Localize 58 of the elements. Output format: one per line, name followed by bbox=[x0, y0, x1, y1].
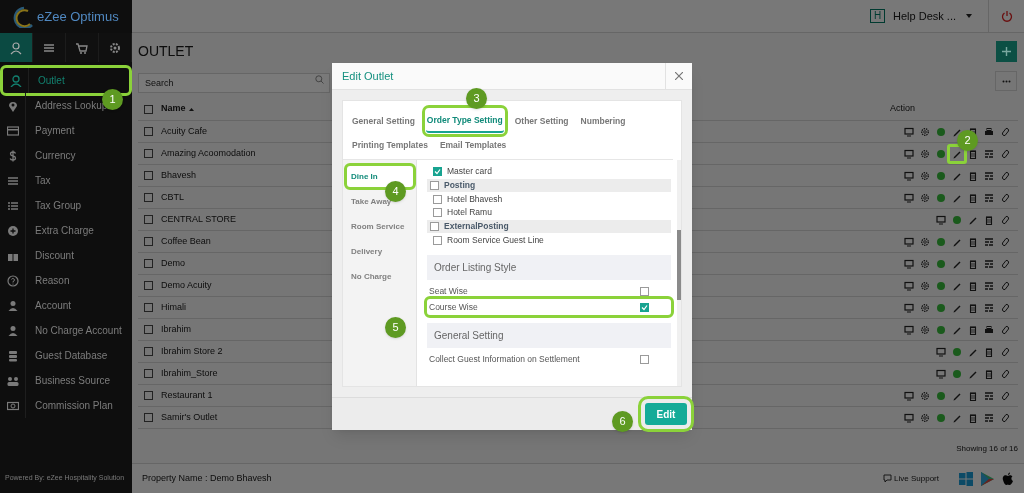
option-label: Hotel Bhavesh bbox=[447, 193, 503, 206]
table-cell-text: Samir's Outlet bbox=[161, 410, 218, 424]
sidebar-item[interactable]: Payment bbox=[0, 118, 132, 143]
live-support-link[interactable]: Live Support bbox=[883, 472, 939, 485]
sidebar-item[interactable]: Guest Database bbox=[0, 343, 132, 368]
table-cell-text: Ibrahim_Store bbox=[161, 366, 218, 380]
table-cell-text: Demo Acuity bbox=[161, 278, 212, 292]
sidebar-item[interactable]: Discount bbox=[0, 243, 132, 268]
settings-tab[interactable]: Other Setting bbox=[513, 109, 570, 133]
option-label: Collect Guest Information on Settlement bbox=[429, 352, 580, 366]
column-header: Action bbox=[890, 102, 915, 116]
sidebar-item[interactable]: Currency bbox=[0, 143, 132, 168]
sidebar-item[interactable]: Reason bbox=[0, 268, 132, 293]
sidebar-item[interactable]: Tax bbox=[0, 168, 132, 193]
section-heading: General Setting bbox=[434, 329, 504, 343]
sidebar-item[interactable]: Business Source bbox=[0, 368, 132, 393]
sidebar-item[interactable]: Extra Charge bbox=[0, 218, 132, 243]
sidebar-item[interactable]: Commission Plan bbox=[0, 393, 132, 418]
settings-tab[interactable]: General Setting bbox=[351, 109, 416, 133]
table-cell-text: CBTL bbox=[161, 190, 184, 204]
option-label: Room Service Guest Line bbox=[447, 234, 544, 247]
table-cell-text: Ibrahim bbox=[161, 322, 191, 336]
settings-tab[interactable]: Numbering bbox=[579, 109, 627, 133]
table-cell-text: CENTRAL STORE bbox=[161, 212, 236, 226]
table-cell-text: Bhavesh bbox=[161, 168, 197, 182]
table-cell-text: Amazing Acoomodation bbox=[161, 146, 256, 160]
sidebar-item[interactable]: Tax Group bbox=[0, 193, 132, 218]
option-label: Seat Wise bbox=[429, 284, 468, 298]
help-desk-badge: H bbox=[870, 9, 886, 23]
settings-tab[interactable]: Email Templates bbox=[438, 133, 508, 157]
table-cell-text: Coffee Bean bbox=[161, 234, 211, 248]
table-cell-text: Himali bbox=[161, 300, 186, 314]
order-type-item[interactable]: Delivery bbox=[347, 241, 413, 262]
section-heading: Order Listing Style bbox=[434, 261, 517, 275]
sidebar-item[interactable]: Account bbox=[0, 293, 132, 318]
property-name: Property Name : Demo Bhavesh bbox=[142, 471, 272, 485]
option-label: Course Wise bbox=[429, 300, 478, 314]
table-cell-text: Acuity Cafe bbox=[161, 124, 208, 138]
option-label: Hotel Ramu bbox=[447, 206, 492, 219]
table-cell-text: Ibrahim Store 2 bbox=[161, 344, 223, 358]
sidebar-item[interactable]: Outlet bbox=[3, 68, 129, 93]
search-field[interactable]: Search bbox=[138, 73, 330, 93]
column-header[interactable]: Name bbox=[161, 102, 186, 116]
dialog-title: Edit Outlet bbox=[341, 68, 395, 84]
order-type-item[interactable]: Room Service bbox=[347, 216, 413, 237]
group-label: Posting bbox=[444, 179, 476, 192]
page-title: OUTLET bbox=[138, 41, 194, 61]
settings-tab[interactable]: Printing Templates bbox=[351, 133, 429, 157]
record-count: Showing 16 of 16 bbox=[956, 443, 1018, 455]
app-logo-text: eZee Optimus bbox=[37, 7, 119, 26]
order-type-item[interactable]: Dine In bbox=[347, 166, 413, 187]
table-cell-text: Restaurant 1 bbox=[161, 388, 213, 402]
option-label: Master card bbox=[447, 165, 492, 178]
user-menu[interactable]: Help Desk ... bbox=[893, 7, 956, 25]
group-label: ExternalPosting bbox=[444, 220, 509, 233]
sidebar-item[interactable]: No Charge Account bbox=[0, 318, 132, 343]
table-cell-text: Demo bbox=[161, 256, 185, 270]
order-type-item[interactable]: No Charge bbox=[347, 266, 413, 287]
